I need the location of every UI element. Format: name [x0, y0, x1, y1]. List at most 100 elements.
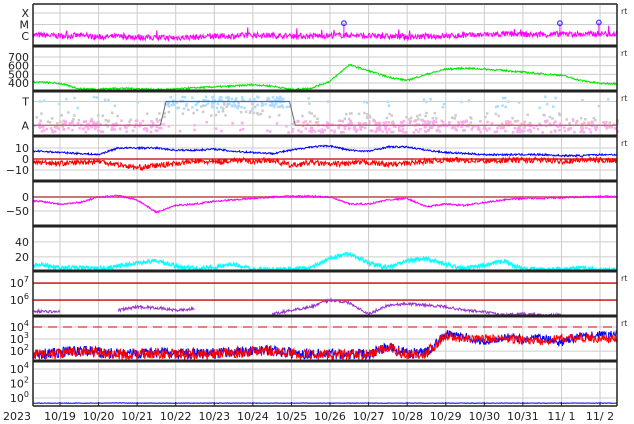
- y-tick-label: 102: [10, 343, 29, 358]
- sector-point: [266, 129, 269, 132]
- sector-point: [125, 130, 128, 133]
- sector-point: [214, 127, 218, 130]
- sector-point: [554, 120, 557, 123]
- sector-point: [71, 128, 74, 132]
- sector-point: [38, 122, 41, 125]
- sector-point: [82, 127, 85, 130]
- x-tick-label: 10/22: [160, 410, 192, 423]
- sector-point: [39, 119, 42, 123]
- sector-point: [40, 112, 43, 115]
- x-tick-label: 10/30: [468, 410, 500, 423]
- sector-point: [460, 100, 463, 104]
- sector-point: [523, 120, 527, 124]
- panel-frames: [32, 3, 618, 407]
- sector-point: [513, 126, 517, 130]
- sector-point: [500, 126, 504, 130]
- sector-point: [438, 130, 442, 133]
- sector-point: [375, 127, 379, 130]
- sector-point: [50, 129, 54, 132]
- sector-point: [484, 115, 487, 119]
- y-tick-label-text: 400: [8, 77, 29, 90]
- sector-point: [131, 129, 135, 133]
- sector-point: [378, 121, 382, 125]
- sector-point: [507, 100, 510, 104]
- sector-point: [48, 121, 52, 124]
- sector-point: [398, 128, 401, 131]
- sector-point: [563, 129, 567, 133]
- sector-point: [274, 98, 277, 102]
- sector-point: [62, 128, 66, 131]
- sector-point: [387, 121, 391, 124]
- sector-point: [422, 98, 426, 101]
- x-tick-label: 10/31: [507, 410, 539, 423]
- sector-point: [414, 128, 418, 132]
- sector-point: [419, 127, 422, 131]
- sector-point: [448, 120, 451, 124]
- series-line-flux: [32, 402, 617, 404]
- sector-point: [385, 116, 389, 120]
- sector-point: [339, 131, 343, 134]
- sector-point: [42, 99, 46, 102]
- y-tick-label: 40: [15, 236, 29, 249]
- sector-point: [192, 111, 195, 115]
- y-tick-label-text: 10: [10, 378, 24, 391]
- sector-point: [382, 121, 386, 125]
- sector-point: [523, 126, 526, 130]
- sector-point: [41, 125, 44, 129]
- sector-point: [167, 125, 171, 128]
- sector-point: [107, 98, 110, 102]
- sector-point: [193, 124, 196, 127]
- sector-point: [563, 126, 566, 129]
- sector-point: [388, 112, 391, 116]
- sector-point: [167, 110, 171, 114]
- sector-point: [605, 125, 609, 129]
- sector-point: [523, 129, 526, 133]
- sector-point: [307, 97, 311, 100]
- sector-point: [424, 130, 427, 133]
- x-tick-label: 10/21: [121, 410, 153, 423]
- sector-point: [484, 127, 487, 131]
- sector-point: [222, 107, 225, 110]
- sector-point: [248, 111, 252, 114]
- sector-point: [559, 122, 562, 125]
- sector-point: [216, 102, 220, 106]
- sector-point: [558, 128, 561, 132]
- sector-point: [470, 128, 473, 131]
- sector-point: [285, 105, 289, 109]
- y-tick-exponent: 4: [24, 319, 29, 328]
- sector-point: [210, 105, 214, 108]
- sector-point: [187, 108, 190, 111]
- y-tick-label: T: [21, 96, 29, 109]
- sector-point: [387, 104, 391, 107]
- sector-point: [514, 119, 518, 123]
- sector-point: [461, 129, 465, 132]
- sector-point: [441, 105, 445, 109]
- sector-point: [202, 104, 205, 107]
- sector-point: [485, 112, 489, 115]
- sector-point: [162, 123, 165, 126]
- sector-point: [415, 115, 419, 118]
- sector-point: [381, 130, 384, 133]
- x-tick-label: 10/19: [44, 410, 76, 423]
- y-tick-label-text: 20: [15, 251, 29, 264]
- sector-point: [50, 117, 54, 120]
- sector-point: [310, 129, 313, 133]
- sector-point: [357, 121, 361, 125]
- x-tick-label: 11/ 2: [586, 410, 614, 423]
- sector-point: [584, 118, 587, 121]
- sector-point: [557, 112, 561, 115]
- sector-point: [314, 121, 318, 124]
- sector-point: [433, 111, 437, 115]
- y-tick-label-text: 40: [15, 236, 29, 249]
- sector-point: [471, 125, 474, 129]
- sector-point: [220, 129, 223, 133]
- sector-point: [418, 113, 422, 117]
- sector-point: [156, 129, 159, 133]
- sector-point: [359, 128, 362, 131]
- sector-point: [413, 120, 416, 123]
- realtime-label: rt: [621, 139, 627, 148]
- realtime-label: rt: [621, 94, 627, 103]
- sector-point: [259, 112, 263, 116]
- sector-point: [429, 125, 432, 129]
- sector-point: [274, 101, 278, 105]
